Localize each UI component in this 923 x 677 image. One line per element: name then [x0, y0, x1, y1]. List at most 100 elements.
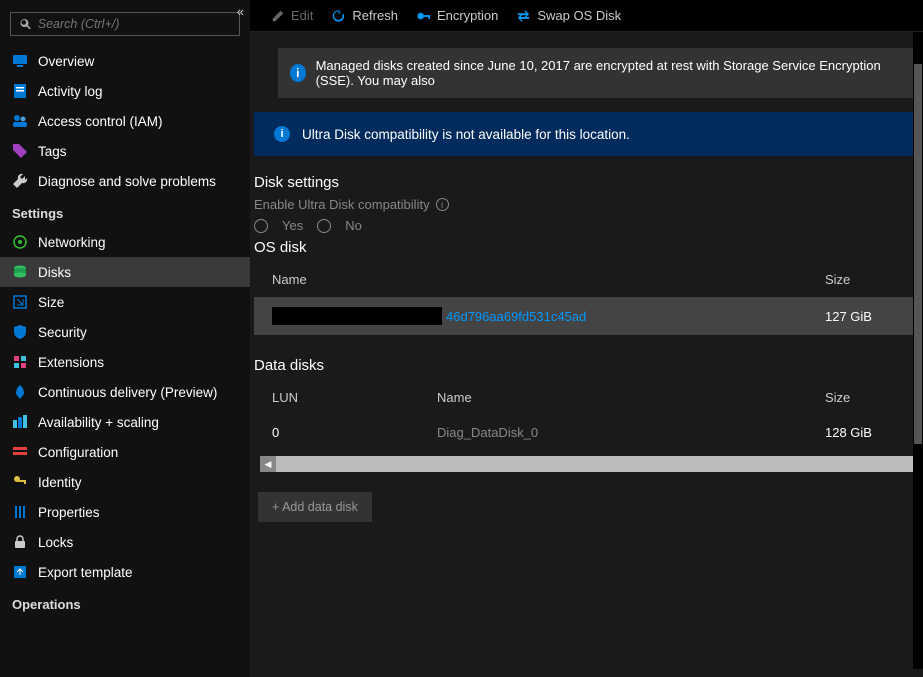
os-disk-size: 127 GiB — [825, 309, 905, 324]
os-disk-row[interactable]: 46d796aa69fd531c45ad 127 GiB — [254, 297, 923, 335]
radio-yes[interactable] — [254, 219, 268, 233]
nav-label: Size — [38, 295, 64, 310]
os-disk-table-header: Name Size — [254, 262, 923, 297]
redacted-text — [272, 307, 442, 325]
monitor-icon — [12, 53, 28, 69]
info-icon[interactable]: i — [436, 198, 449, 211]
ultra-disk-label: Enable Ultra Disk compatibility i — [254, 197, 923, 212]
nav-label: Export template — [38, 565, 133, 580]
os-disk-title: OS disk — [254, 239, 923, 256]
search-input-wrap[interactable] — [10, 12, 240, 36]
ultra-disk-banner: i Ultra Disk compatibility is not availa… — [254, 112, 923, 156]
nav-label: Overview — [38, 54, 94, 69]
edit-button[interactable]: Edit — [270, 8, 313, 23]
nav-label: Disks — [38, 265, 71, 280]
toolbar: Edit Refresh Encryption Swap OS Disk — [250, 0, 923, 32]
os-disk-link[interactable]: 46d796aa69fd531c45ad — [446, 309, 586, 324]
log-icon — [12, 83, 28, 99]
nav-label: Activity log — [38, 84, 103, 99]
nav-networking[interactable]: Networking — [0, 227, 250, 257]
add-data-disk-button[interactable]: + Add data disk — [258, 492, 372, 522]
search-icon — [19, 17, 32, 31]
scroll-left-arrow[interactable]: ◀ — [260, 456, 276, 472]
scaling-icon — [12, 414, 28, 430]
shield-icon — [12, 324, 28, 340]
nav-security[interactable]: Security — [0, 317, 250, 347]
nav-properties[interactable]: Properties — [0, 497, 250, 527]
swap-os-disk-button[interactable]: Swap OS Disk — [516, 8, 621, 23]
data-disks-title: Data disks — [254, 357, 923, 374]
encryption-icon — [416, 8, 431, 23]
nav-identity[interactable]: Identity — [0, 467, 250, 497]
vertical-scrollbar-track[interactable] — [913, 32, 923, 669]
toolbar-label: Swap OS Disk — [537, 8, 621, 23]
nav-continuous-delivery[interactable]: Continuous delivery (Preview) — [0, 377, 250, 407]
data-disk-row[interactable]: 0 Diag_DataDisk_0 128 GiB — [254, 415, 923, 450]
nav-iam[interactable]: Access control (IAM) — [0, 106, 250, 136]
col-size: Size — [825, 390, 905, 405]
nav-label: Extensions — [38, 355, 104, 370]
nav-locks[interactable]: Locks — [0, 527, 250, 557]
collapse-sidebar-icon[interactable]: « — [237, 4, 244, 19]
config-icon — [12, 444, 28, 460]
encryption-button[interactable]: Encryption — [416, 8, 498, 23]
banner-text: Managed disks created since June 10, 201… — [316, 58, 911, 88]
export-icon — [12, 564, 28, 580]
disk-settings-title: Disk settings — [254, 174, 923, 191]
sse-info-banner: i Managed disks created since June 10, 2… — [278, 48, 923, 98]
search-input[interactable] — [38, 17, 231, 31]
radio-yes-label: Yes — [282, 218, 303, 233]
vertical-scrollbar-thumb[interactable] — [914, 64, 922, 444]
col-name: Name — [437, 390, 825, 405]
data-disk-size: 128 GiB — [825, 425, 905, 440]
key-icon — [12, 474, 28, 490]
refresh-button[interactable]: Refresh — [331, 8, 398, 23]
nav-label: Identity — [38, 475, 82, 490]
operations-section-label: Operations — [0, 587, 250, 618]
banner-text: Ultra Disk compatibility is not availabl… — [302, 127, 630, 142]
info-icon: i — [274, 126, 290, 142]
nav-extensions[interactable]: Extensions — [0, 347, 250, 377]
swap-icon — [516, 8, 531, 23]
size-icon — [12, 294, 28, 310]
nav-export-template[interactable]: Export template — [0, 557, 250, 587]
toolbar-label: Refresh — [352, 8, 398, 23]
nav-label: Availability + scaling — [38, 415, 159, 430]
nav-diagnose[interactable]: Diagnose and solve problems — [0, 166, 250, 196]
nav-label: Locks — [38, 535, 73, 550]
tag-icon — [12, 143, 28, 159]
data-disks-table-header: LUN Name Size — [254, 380, 923, 415]
wrench-icon — [12, 173, 28, 189]
nav-disks[interactable]: Disks — [0, 257, 250, 287]
sidebar: « Overview Activity log Access control (… — [0, 0, 250, 677]
settings-section-label: Settings — [0, 196, 250, 227]
network-icon — [12, 234, 28, 250]
toolbar-label: Encryption — [437, 8, 498, 23]
lock-icon — [12, 534, 28, 550]
disks-icon — [12, 264, 28, 280]
properties-icon — [12, 504, 28, 520]
nav-label: Access control (IAM) — [38, 114, 163, 129]
nav-size[interactable]: Size — [0, 287, 250, 317]
info-icon: i — [290, 64, 306, 82]
nav-availability-scaling[interactable]: Availability + scaling — [0, 407, 250, 437]
nav-label: Networking — [38, 235, 106, 250]
radio-no-label: No — [345, 218, 362, 233]
radio-no[interactable] — [317, 219, 331, 233]
col-size: Size — [825, 272, 905, 287]
rocket-icon — [12, 384, 28, 400]
col-lun: LUN — [272, 390, 437, 405]
nav-tags[interactable]: Tags — [0, 136, 250, 166]
nav-label: Diagnose and solve problems — [38, 174, 216, 189]
ultra-disk-radio-group: Yes No — [254, 218, 923, 233]
nav-overview[interactable]: Overview — [0, 46, 250, 76]
nav-label: Tags — [38, 144, 67, 159]
main-panel: Edit Refresh Encryption Swap OS Disk i M… — [250, 0, 923, 677]
nav-configuration[interactable]: Configuration — [0, 437, 250, 467]
horizontal-scrollbar[interactable]: ◀ — [260, 456, 915, 472]
nav-label: Configuration — [38, 445, 118, 460]
extensions-icon — [12, 354, 28, 370]
nav-label: Security — [38, 325, 87, 340]
nav-label: Properties — [38, 505, 100, 520]
nav-activity-log[interactable]: Activity log — [0, 76, 250, 106]
